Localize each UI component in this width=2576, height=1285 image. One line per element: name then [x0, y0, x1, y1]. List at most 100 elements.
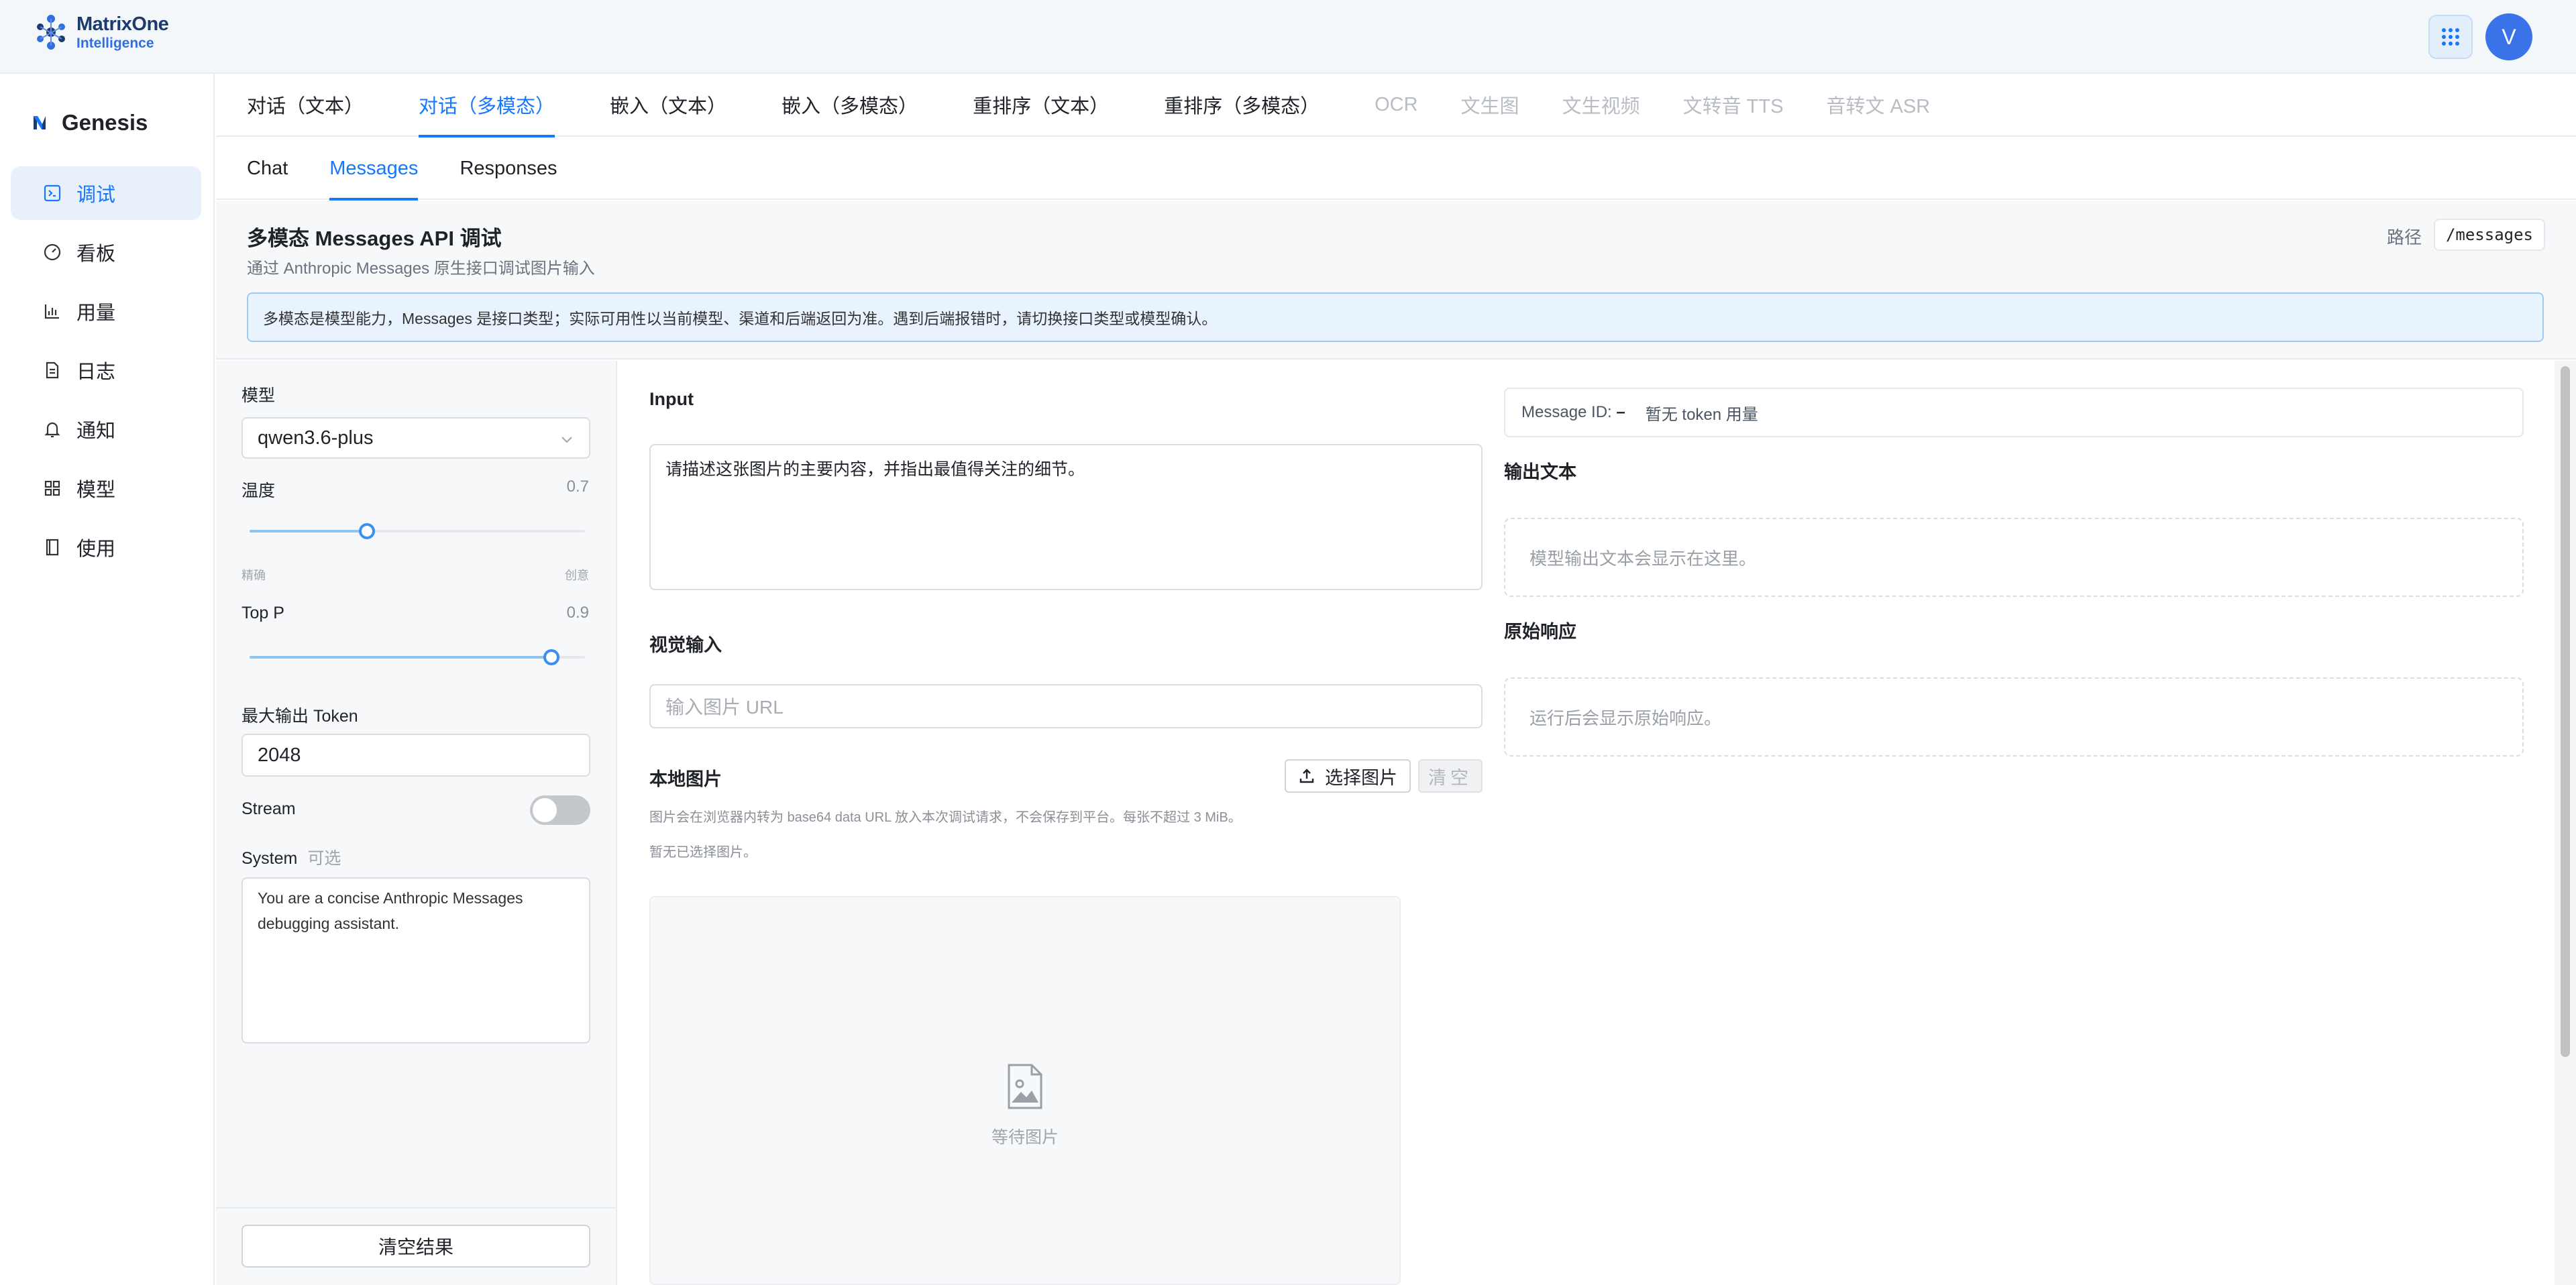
tab-tts: 文转音 TTS [1682, 96, 1784, 117]
scrollbar[interactable] [2555, 361, 2576, 1285]
sidebar-nav: 调试 看板 用量 日志 通知 模型 使用 [11, 166, 201, 579]
sidebar-item-dashboard[interactable]: 看板 [11, 225, 201, 279]
path-label: 路径 [2386, 227, 2422, 247]
tab-text-to-image: 文生图 [1460, 96, 1519, 117]
avatar[interactable]: V [2485, 13, 2532, 60]
system-optional-tag: 可选 [307, 849, 341, 868]
sidebar-item-label: 模型 [76, 480, 116, 501]
page-title: 多模态 Messages API 调试 [247, 227, 502, 250]
tab-chat[interactable]: Chat [247, 137, 288, 199]
input-textarea[interactable]: 请描述这张图片的主要内容，并指出最值得关注的细节。 [649, 444, 1483, 590]
model-select[interactable]: qwen3.6-plus [241, 417, 590, 459]
tab-chat-text[interactable]: 对话（文本） [247, 73, 364, 136]
stream-label: Stream [241, 799, 296, 818]
tab-responses[interactable]: Responses [460, 137, 557, 199]
sidebar-brand: Genesis [31, 110, 148, 135]
path-value: /messages [2433, 219, 2545, 251]
image-preview-area: 等待图片 [649, 896, 1401, 1285]
message-id-value: – [1616, 403, 1625, 421]
logo-subtitle: Intelligence [76, 35, 154, 51]
primary-tabs: 对话（文本） 对话（多模态） 嵌入（文本） 嵌入（多模态） 重排序（文本） 重排… [216, 74, 2576, 137]
bar-chart-icon [44, 304, 59, 319]
message-id: Message ID: – [1521, 403, 1625, 422]
output-text-box: 模型输出文本会显示在这里。 [1504, 518, 2524, 597]
upload-icon [1299, 769, 1314, 783]
sidebar-item-usage-guide[interactable]: 使用 [11, 520, 201, 574]
sidebar-item-label: 看板 [76, 243, 116, 265]
image-url-input[interactable]: 输入图片 URL [649, 684, 1483, 728]
tab-embed-multimodal[interactable]: 嵌入（多模态） [782, 73, 918, 136]
brand-icon [34, 116, 46, 129]
gauge-icon [44, 243, 61, 261]
grid-icon [2442, 28, 2459, 46]
raw-response-label: 原始响应 [1504, 622, 1576, 642]
logo-icon [37, 15, 65, 50]
slider-fill [250, 656, 551, 659]
chevron-down-icon [561, 437, 572, 443]
top-bar: MatrixOne Intelligence V [0, 0, 2576, 74]
sidebar-item-models[interactable]: 模型 [11, 461, 201, 515]
sidebar-item-debug[interactable]: 调试 [11, 166, 201, 220]
slider-thumb[interactable] [359, 523, 375, 539]
apps-button[interactable] [2428, 15, 2473, 59]
system-textarea[interactable]: You are a concise Anthropic Messages deb… [241, 877, 590, 1044]
divider [216, 1207, 617, 1209]
max-tokens-label: 最大输出 Token [241, 707, 358, 726]
page-subtitle: 通过 Anthropic Messages 原生接口调试图片输入 [247, 260, 595, 278]
system-label: System 可选 [241, 845, 341, 869]
system-label-text: System [241, 849, 298, 868]
document-icon [46, 361, 59, 379]
tab-messages[interactable]: Messages [329, 137, 419, 201]
temperature-min-label: 精确 [241, 569, 266, 582]
secondary-tabs: Chat Messages Responses [216, 137, 2576, 201]
temperature-value: 0.7 [566, 478, 589, 496]
max-tokens-input[interactable]: 2048 [241, 734, 590, 777]
output-text-label: 输出文本 [1504, 462, 1576, 482]
sidebar-item-label: 调试 [76, 184, 116, 206]
sidebar-item-logs[interactable]: 日志 [11, 343, 201, 397]
temperature-max-label: 创意 [565, 569, 589, 582]
tab-text-to-video: 文生视频 [1562, 96, 1640, 117]
local-image-label: 本地图片 [649, 769, 722, 789]
tab-embed-text[interactable]: 嵌入（文本） [610, 73, 727, 136]
logo[interactable]: MatrixOne Intelligence [32, 12, 169, 52]
sidebar-item-notifications[interactable]: 通知 [11, 402, 201, 456]
message-id-label: Message ID: [1521, 403, 1612, 421]
no-image-selected: 暂无已选择图片。 [649, 845, 757, 860]
model-value: qwen3.6-plus [258, 427, 374, 449]
sidebar-item-label: 日志 [76, 361, 116, 383]
top-p-slider[interactable] [250, 649, 585, 665]
select-image-button[interactable]: 选择图片 [1285, 759, 1411, 793]
top-p-label: Top P [241, 604, 284, 622]
sidebar-item-usage[interactable]: 用量 [11, 284, 201, 338]
slider-fill [250, 530, 367, 533]
model-label: 模型 [241, 386, 276, 405]
temperature-label: 温度 [241, 482, 276, 500]
tab-rerank-text[interactable]: 重排序（文本） [973, 73, 1109, 136]
sidebar: Genesis 调试 看板 用量 日志 通知 模型 使用 [0, 74, 215, 1285]
tab-rerank-multimodal[interactable]: 重排序（多模态） [1164, 73, 1320, 136]
image-file-icon [1008, 1064, 1042, 1109]
clear-images-button: 清空 [1418, 759, 1483, 793]
sidebar-item-label: 通知 [76, 421, 116, 442]
temperature-slider[interactable] [250, 523, 585, 539]
raw-response-box: 运行后会显示原始响应。 [1504, 677, 2524, 757]
params-panel: 模型 qwen3.6-plus 温度 0.7 精确 创意 Top P 0.9 最… [216, 361, 617, 1285]
stream-toggle[interactable] [530, 795, 590, 825]
waiting-image-text: 等待图片 [991, 1128, 1059, 1147]
scrollbar-thumb[interactable] [2561, 366, 2570, 1057]
image-hint: 图片会在浏览器内转为 base64 data URL 放入本次调试请求，不会保存… [649, 810, 1242, 825]
terminal-icon [44, 184, 61, 202]
clear-results-button[interactable]: 清空结果 [241, 1225, 590, 1268]
bell-icon [44, 422, 60, 438]
vision-input-label: 视觉输入 [649, 635, 722, 655]
tab-asr: 音转文 ASR [1826, 96, 1931, 117]
book-icon [46, 539, 59, 556]
tab-ocr: OCR [1375, 93, 1418, 115]
sidebar-item-label: 用量 [76, 302, 116, 324]
slider-thumb[interactable] [543, 649, 559, 665]
brand-name: Genesis [62, 110, 148, 135]
tab-chat-multimodal[interactable]: 对话（多模态） [419, 73, 555, 137]
logo-title: MatrixOne [76, 13, 169, 35]
input-label: Input [649, 389, 694, 409]
